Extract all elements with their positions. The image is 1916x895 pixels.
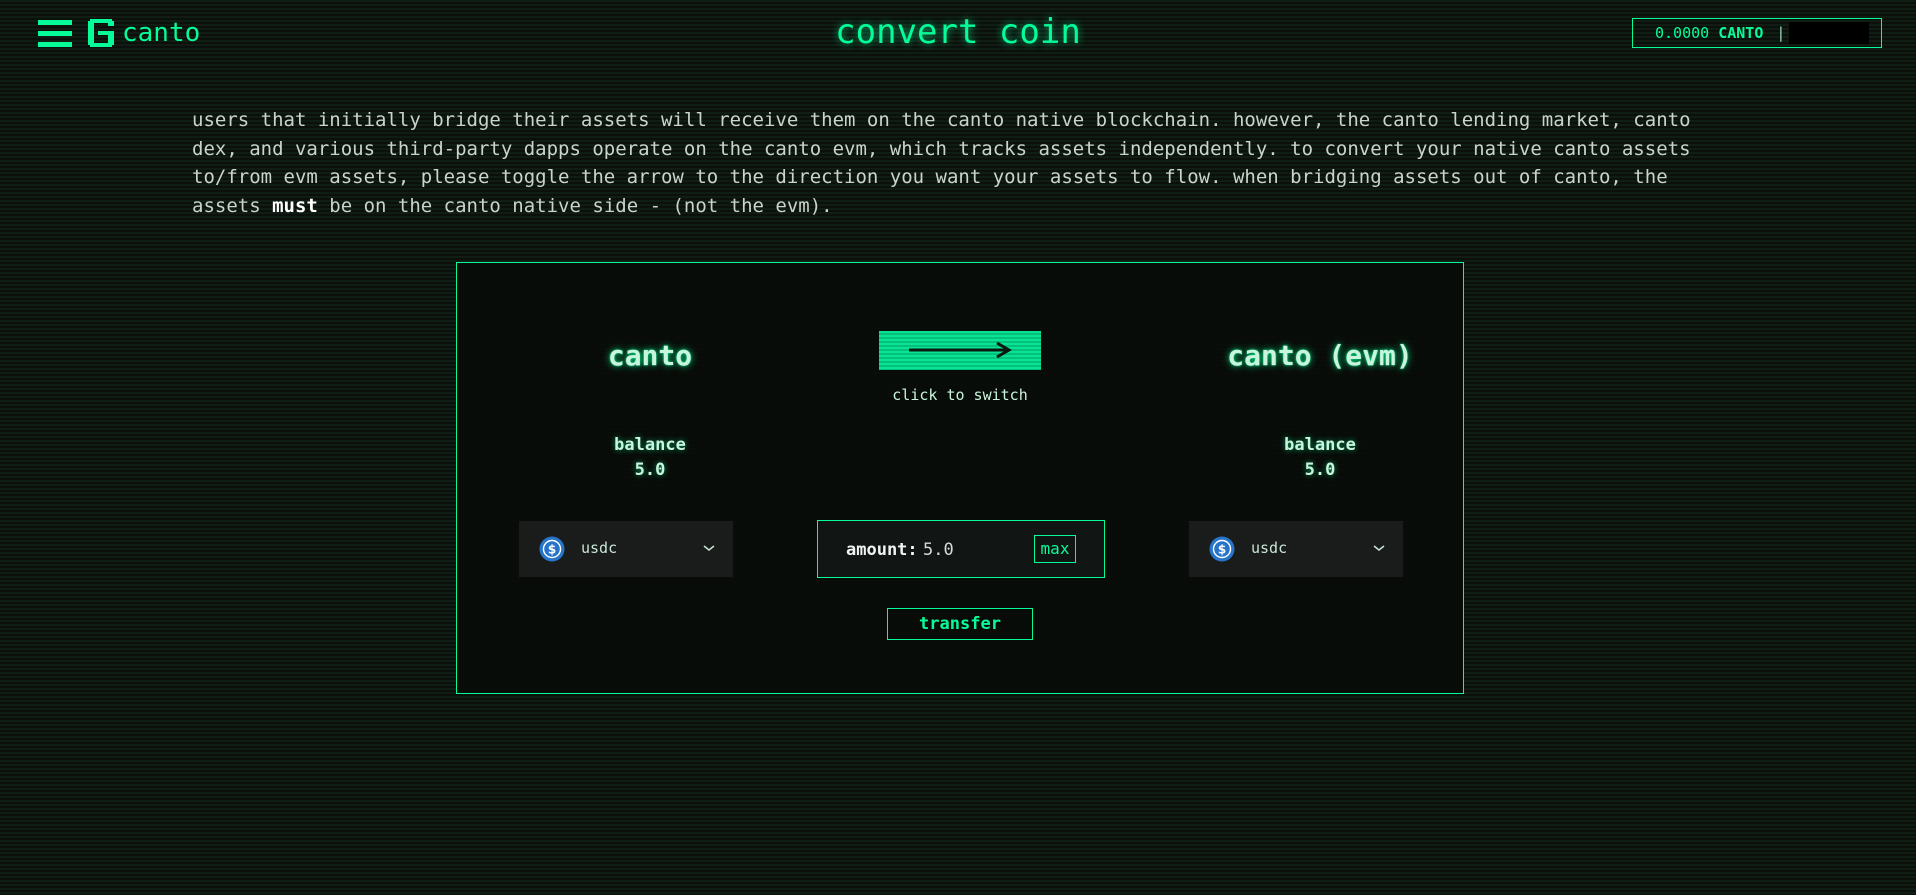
svg-text:$: $: [1218, 543, 1226, 557]
arrow-right-icon: [909, 341, 1012, 359]
amount-input[interactable]: amount: 5.0 max: [817, 520, 1105, 578]
wallet-button[interactable]: 0.0000 CANTO | 0x: [1632, 18, 1882, 48]
source-balance-value: 5.0: [634, 460, 666, 480]
chevron-down-icon: [1373, 545, 1385, 551]
source-token-select[interactable]: $ usdc: [519, 521, 733, 577]
convert-panel: canto balance 5.0 $ usdc click to switch…: [456, 262, 1464, 694]
wallet-address-redaction: [1789, 22, 1869, 44]
description-end: be on the canto native side - (not the e…: [317, 194, 833, 217]
transfer-button[interactable]: transfer: [887, 608, 1033, 640]
wallet-unit: CANTO: [1718, 24, 1764, 42]
wallet-balance: 0.0000: [1655, 24, 1710, 42]
usdc-coin-icon: $: [1209, 536, 1235, 562]
description-emphasis: must: [272, 194, 318, 217]
destination-chain-title: canto (evm): [1227, 339, 1413, 372]
source-chain-title: canto: [607, 339, 693, 372]
wallet-separator: |: [1776, 24, 1786, 42]
destination-token-name: usdc: [1251, 539, 1288, 557]
destination-balance-label: balance: [1284, 435, 1356, 455]
header: canto convert coin 0.0000 CANTO | 0x: [0, 0, 1916, 70]
destination-balance-value: 5.0: [1304, 460, 1336, 480]
chevron-down-icon: [703, 545, 715, 551]
description-text: users that initially bridge their assets…: [192, 106, 1692, 220]
source-balance-label: balance: [614, 435, 686, 455]
source-token-name: usdc: [581, 539, 618, 557]
page-title: convert coin: [835, 12, 1081, 52]
switch-direction-button[interactable]: [879, 331, 1041, 370]
amount-value[interactable]: 5.0: [923, 540, 954, 560]
destination-token-select[interactable]: $ usdc: [1189, 521, 1403, 577]
amount-label: amount:: [846, 540, 918, 560]
usdc-coin-icon: $: [539, 536, 565, 562]
svg-text:$: $: [548, 543, 556, 557]
max-button[interactable]: max: [1034, 535, 1076, 563]
switch-caption: click to switch: [892, 386, 1028, 404]
